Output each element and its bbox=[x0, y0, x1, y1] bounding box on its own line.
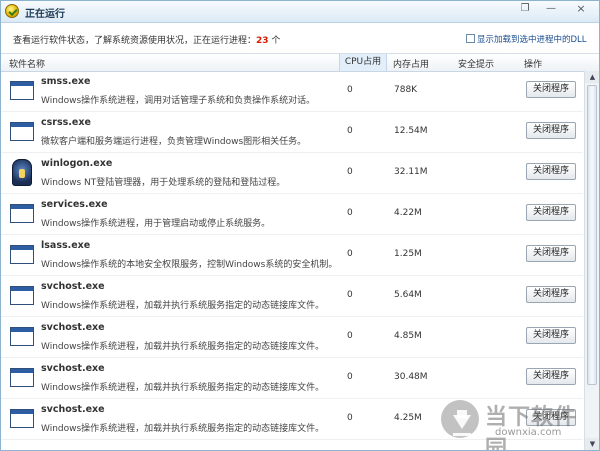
process-row[interactable]: svchost.exe Windows操作系统进程，加载并执行系统服务指定的动态链… bbox=[1, 317, 583, 358]
winlogon-lock-icon bbox=[12, 159, 32, 186]
process-window-icon bbox=[10, 204, 34, 223]
process-name: svchost.exe bbox=[41, 322, 105, 333]
process-name: smss.exe bbox=[41, 76, 91, 87]
close-program-button[interactable]: 关闭程序 bbox=[526, 163, 576, 180]
info-bar: 查看运行软件状态，了解系统资源使用状况，正在运行进程：23 个 显示加载到选中进… bbox=[1, 23, 599, 53]
process-window-icon bbox=[10, 286, 34, 305]
process-description: Windows操作系统进程，调用对话管理子系统和负责操作系统对话。 bbox=[41, 96, 316, 106]
process-description: Windows操作系统的本地安全权限服务，控制Windows系统的安全机制。 bbox=[41, 260, 338, 270]
close-program-button[interactable]: 关闭程序 bbox=[526, 245, 576, 262]
process-count: 23 bbox=[256, 36, 269, 46]
scroll-thumb[interactable] bbox=[587, 85, 597, 385]
process-name: svchost.exe bbox=[41, 281, 105, 292]
process-name: svchost.exe bbox=[41, 404, 105, 415]
close-program-button[interactable]: 关闭程序 bbox=[526, 81, 576, 98]
process-memory: 12.54M bbox=[394, 126, 428, 136]
column-header-cpu[interactable]: CPU占用 bbox=[339, 54, 387, 71]
process-window-icon bbox=[10, 81, 34, 100]
column-header-action: 操作 bbox=[524, 60, 543, 70]
process-description: Windows操作系统进程，加载并执行系统服务指定的动态链接库文件。 bbox=[41, 342, 325, 352]
process-cpu: 0 bbox=[347, 208, 353, 218]
summary-prefix: 查看运行软件状态，了解系统资源使用状况，正在运行进程： bbox=[13, 36, 257, 46]
close-program-button[interactable]: 关闭程序 bbox=[526, 122, 576, 139]
process-cpu: 0 bbox=[347, 249, 353, 259]
process-description: 微软客户端和服务端运行进程，负责管理Windows图形相关任务。 bbox=[41, 137, 307, 147]
vertical-scrollbar[interactable]: ▲ ▼ bbox=[584, 71, 599, 450]
close-program-button[interactable]: 关闭程序 bbox=[526, 286, 576, 303]
process-summary: 查看运行软件状态，了解系统资源使用状况，正在运行进程：23 个 bbox=[13, 33, 280, 46]
process-name: winlogon.exe bbox=[41, 158, 113, 169]
process-window-icon bbox=[10, 368, 34, 387]
window-title: 正在运行 bbox=[25, 9, 65, 20]
column-header-name[interactable]: 软件名称 bbox=[9, 57, 45, 70]
process-window-icon bbox=[10, 409, 34, 428]
process-memory: 788K bbox=[394, 85, 418, 95]
process-name: svchost.exe bbox=[41, 363, 105, 374]
minimize-button[interactable]: — bbox=[542, 2, 560, 16]
close-program-button[interactable]: 关闭程序 bbox=[526, 327, 576, 344]
process-name: services.exe bbox=[41, 199, 108, 210]
process-memory: 4.85M bbox=[394, 331, 422, 341]
process-cpu: 0 bbox=[347, 413, 353, 423]
restore-icon[interactable]: ❐ bbox=[516, 2, 534, 16]
dll-checkbox[interactable] bbox=[466, 34, 475, 43]
close-program-button[interactable]: 关闭程序 bbox=[526, 409, 576, 426]
process-row[interactable]: svchost.exe Windows操作系统进程，加载并执行系统服务指定的动态链… bbox=[1, 276, 583, 317]
process-cpu: 0 bbox=[347, 167, 353, 177]
process-memory: 5.64M bbox=[394, 290, 422, 300]
process-row[interactable]: lsass.exe Windows操作系统的本地安全权限服务，控制Windows系… bbox=[1, 235, 583, 276]
process-row[interactable]: winlogon.exe Windows NT登陆管理器，用于处理系统的登陆和登陆… bbox=[1, 153, 583, 194]
column-header-security[interactable]: 安全提示 bbox=[458, 57, 494, 70]
process-description: Windows NT登陆管理器，用于处理系统的登陆和登陆过程。 bbox=[41, 178, 286, 188]
process-window-icon bbox=[10, 122, 34, 141]
process-manager-window: 正在运行 ❐ — × 查看运行软件状态，了解系统资源使用状况，正在运行进程：23… bbox=[0, 0, 600, 451]
summary-suffix: 个 bbox=[268, 36, 281, 46]
process-window-icon bbox=[10, 245, 34, 264]
process-cpu: 0 bbox=[347, 331, 353, 341]
process-description: Windows操作系统进程，用于管理启动或停止系统服务。 bbox=[41, 219, 271, 229]
process-description: Windows操作系统进程，加载并执行系统服务指定的动态链接库文件。 bbox=[41, 301, 325, 311]
process-memory: 1.25M bbox=[394, 249, 422, 259]
show-dll-label[interactable]: 显示加载到选中进程中的DLL bbox=[477, 35, 587, 45]
process-name: lsass.exe bbox=[41, 240, 91, 251]
process-description: Windows操作系统进程，加载并执行系统服务指定的动态链接库文件。 bbox=[41, 383, 325, 393]
process-memory: 4.22M bbox=[394, 208, 422, 218]
process-row[interactable]: csrss.exe 微软客户端和服务端运行进程，负责管理Windows图形相关任务… bbox=[1, 112, 583, 153]
close-program-button[interactable]: 关闭程序 bbox=[526, 204, 576, 221]
process-row[interactable]: svchost.exe Windows操作系统进程，加载并执行系统服务指定的动态链… bbox=[1, 399, 583, 440]
process-memory: 4.25M bbox=[394, 413, 422, 423]
app-logo-icon bbox=[5, 4, 19, 18]
scroll-up-icon[interactable]: ▲ bbox=[585, 71, 599, 83]
process-description: Windows操作系统进程，加载并执行系统服务指定的动态链接库文件。 bbox=[41, 424, 325, 434]
process-row[interactable]: smss.exe Windows操作系统进程，调用对话管理子系统和负责操作系统对话… bbox=[1, 71, 583, 112]
process-cpu: 0 bbox=[347, 126, 353, 136]
process-list: smss.exe Windows操作系统进程，调用对话管理子系统和负责操作系统对话… bbox=[1, 71, 583, 450]
table-header: 软件名称 CPU占用 内存占用 安全提示 操作 bbox=[1, 53, 599, 72]
close-button[interactable]: × bbox=[572, 2, 590, 16]
process-row[interactable]: services.exe Windows操作系统进程，用于管理启动或停止系统服务。… bbox=[1, 194, 583, 235]
process-cpu: 0 bbox=[347, 85, 353, 95]
process-memory: 30.48M bbox=[394, 372, 428, 382]
close-program-button[interactable]: 关闭程序 bbox=[526, 368, 576, 385]
process-cpu: 0 bbox=[347, 372, 353, 382]
title-bar: 正在运行 ❐ — × bbox=[1, 1, 599, 23]
scroll-down-icon[interactable]: ▼ bbox=[585, 438, 599, 450]
process-memory: 32.11M bbox=[394, 167, 428, 177]
process-row[interactable]: svchost.exe Windows操作系统进程，加载并执行系统服务指定的动态链… bbox=[1, 358, 583, 399]
show-dll-link[interactable]: 显示加载到选中进程中的DLL bbox=[466, 33, 587, 45]
process-cpu: 0 bbox=[347, 290, 353, 300]
process-name: csrss.exe bbox=[41, 117, 91, 128]
process-window-icon bbox=[10, 327, 34, 346]
column-header-memory[interactable]: 内存占用 bbox=[393, 57, 429, 70]
